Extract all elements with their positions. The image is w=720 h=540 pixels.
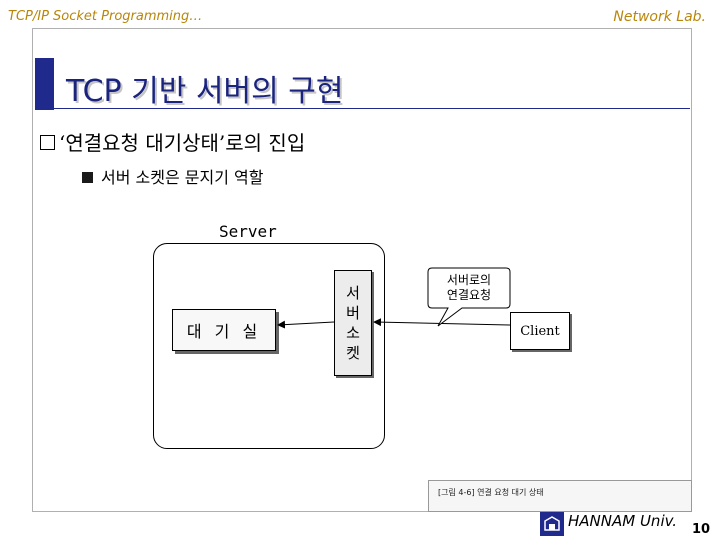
university-logo-icon — [540, 512, 564, 536]
page-number: 10 — [692, 522, 711, 537]
university-name: HANNAM Univ. — [568, 512, 678, 530]
callout-line: 서버로의 — [446, 273, 492, 287]
diagram-connectors — [277, 267, 511, 329]
figure-caption: [그림 4-6] 연결 요청 대기 상태 — [438, 488, 544, 497]
connection-request-callout: 서버로의 연결요청 — [428, 268, 510, 308]
socket-to-waiting-arrow — [277, 320, 335, 329]
callout-line: 연결요청 — [446, 288, 492, 302]
